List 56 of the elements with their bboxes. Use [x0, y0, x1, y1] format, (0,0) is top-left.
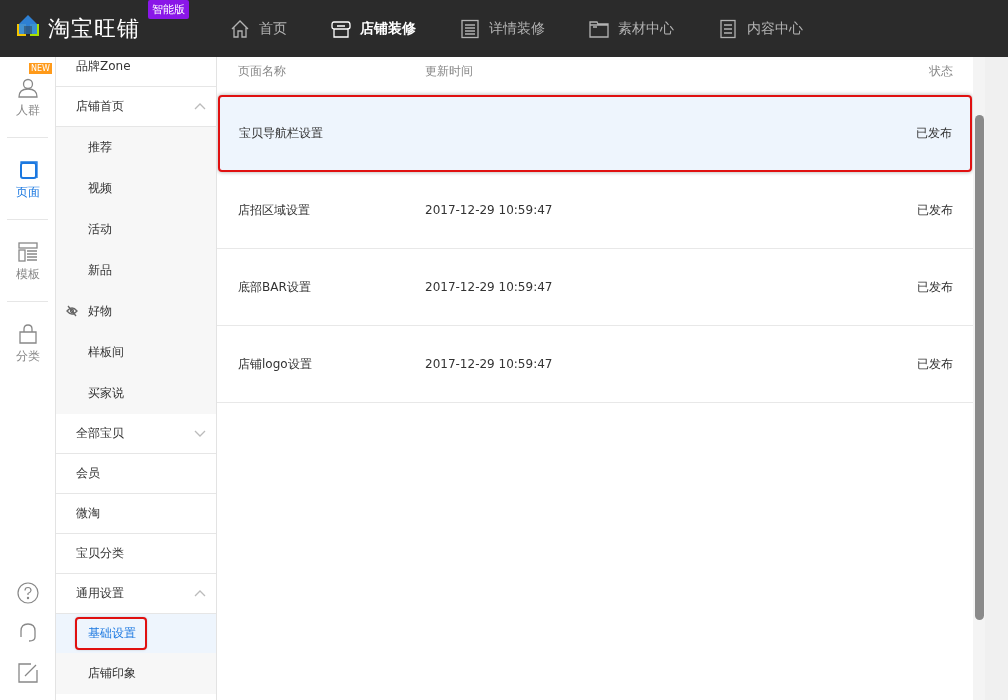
template-icon	[17, 242, 38, 262]
sidebar-subitem[interactable]: 基础设置	[76, 618, 146, 649]
sidebar-subitem[interactable]: 店铺印象	[56, 653, 216, 694]
new-badge: NEW	[29, 63, 52, 74]
help-icon[interactable]	[16, 582, 39, 604]
scrollbar-thumb[interactable]	[974, 115, 984, 620]
folder-icon	[589, 18, 609, 39]
page-icon	[17, 160, 38, 180]
update-time: 2017-12-29 10:59:47	[425, 280, 554, 294]
chevron-icon	[194, 430, 206, 437]
update-time: 2017-12-29 10:59:47	[425, 357, 554, 371]
edition-badge: 智能版	[148, 0, 189, 19]
status-text: 已发布	[916, 201, 953, 219]
chevron-icon	[194, 103, 206, 110]
app-logo-text: 淘宝旺铺	[48, 14, 140, 43]
sidebar-subitem[interactable]: 推荐	[56, 127, 216, 168]
rail-item[interactable]: 模板	[7, 220, 48, 302]
status-text: 已发布	[916, 355, 953, 373]
table-row[interactable]: 店招区域设置 2017-12-29 10:59:47 已发布	[217, 172, 973, 249]
rail-item[interactable]: NEW 人群	[7, 57, 48, 138]
status-text: 已发布	[916, 278, 953, 296]
nav-tab[interactable]: 店铺装修	[331, 18, 416, 39]
document-icon	[460, 18, 480, 39]
rail-item[interactable]: 页面	[7, 138, 48, 220]
table-row[interactable]: 店铺logo设置 2017-12-29 10:59:47 已发布	[217, 326, 973, 403]
sidebar-subitem[interactable]: 新品	[56, 250, 216, 291]
sidebar-subitem[interactable]: 样板间	[56, 332, 216, 373]
page-name: 店招区域设置	[238, 201, 311, 219]
nav-tab[interactable]: 详情装修	[460, 18, 545, 39]
column-header: 状态	[928, 63, 953, 80]
sidebar-subitem[interactable]: 好物	[56, 291, 216, 332]
list-icon	[718, 18, 738, 39]
column-header: 更新时间	[425, 63, 474, 80]
column-header: 页面名称	[238, 63, 287, 80]
table-row[interactable]: 底部BAR设置 2017-12-29 10:59:47 已发布	[217, 249, 973, 326]
update-time: 2017-12-29 10:59:47	[425, 203, 554, 217]
sidebar-subitem[interactable]: 活动	[56, 209, 216, 250]
nav-tab[interactable]: 首页	[230, 18, 287, 39]
table-row[interactable]: 宝贝导航栏设置 已发布	[218, 95, 972, 172]
home-icon	[230, 18, 250, 39]
logo-icon	[16, 13, 40, 38]
person-icon	[17, 78, 38, 98]
page-name: 底部BAR设置	[238, 278, 312, 296]
sidebar-subitem[interactable]: 视频	[56, 168, 216, 209]
store-icon	[331, 18, 351, 39]
sidebar-subitem[interactable]: 买家说	[56, 373, 216, 414]
edit-icon[interactable]	[16, 662, 39, 684]
page-name: 宝贝导航栏设置	[239, 124, 324, 142]
sidebar-item[interactable]: 品牌Zone	[56, 57, 216, 87]
rail-item[interactable]: 分类	[7, 302, 48, 383]
chevron-icon	[194, 590, 206, 597]
nav-tab[interactable]: 素材中心	[589, 18, 674, 39]
nav-tab[interactable]: 内容中心	[718, 18, 803, 39]
page-name: 店铺logo设置	[238, 355, 313, 373]
bag-icon	[17, 324, 38, 344]
status-text: 已发布	[915, 124, 952, 142]
